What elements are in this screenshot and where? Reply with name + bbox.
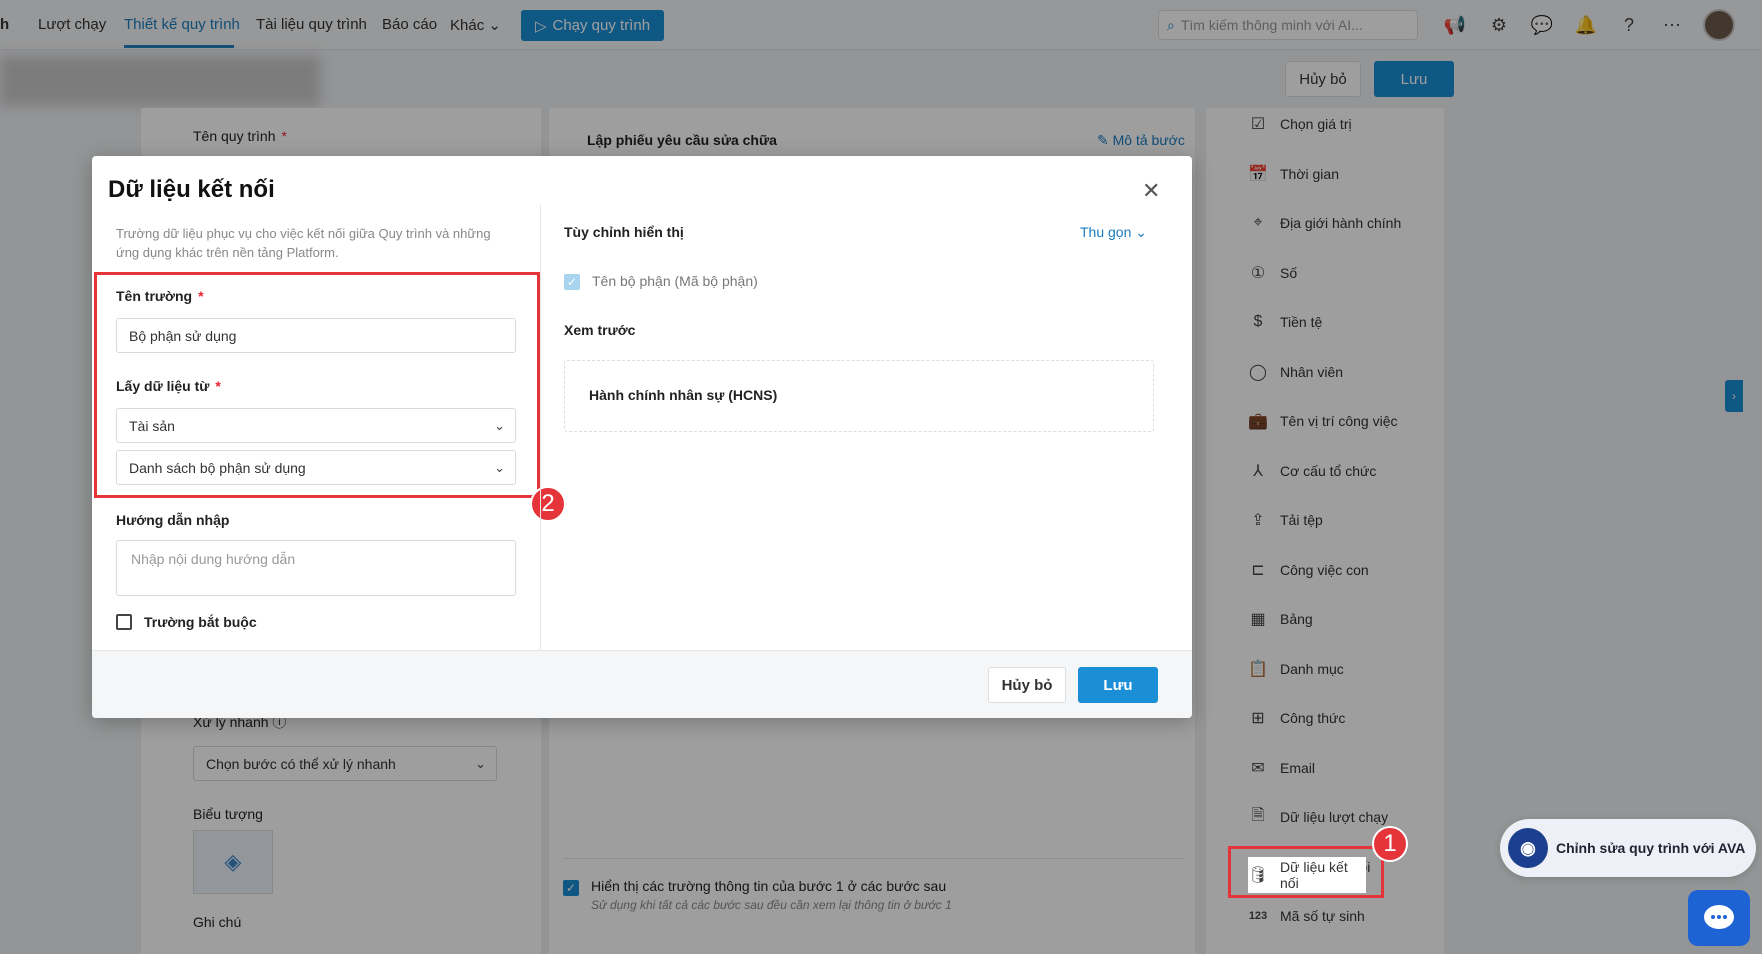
modal-description: Trường dữ liệu phục vụ cho việc kết nối …	[116, 226, 491, 260]
modal-cancel-button[interactable]: Hủy bỏ	[988, 667, 1066, 703]
chevron-down-icon: ⌄	[1135, 224, 1147, 240]
display-option-checkbox: ✓	[564, 274, 580, 290]
required-label: Trường bắt buộc	[144, 614, 257, 630]
modal-title: Dữ liệu kết nối	[108, 176, 275, 203]
custom-display-label: Tùy chỉnh hiển thị	[564, 224, 684, 240]
modal-divider	[540, 204, 541, 650]
required-checkbox[interactable]	[116, 614, 132, 630]
modal-save-button[interactable]: Lưu	[1078, 667, 1158, 703]
preview-label: Xem trước	[564, 322, 636, 338]
ava-assistant-button[interactable]: ◉ Chỉnh sửa quy trình với AVA	[1500, 819, 1756, 877]
robot-icon: ◉	[1508, 828, 1548, 868]
guide-label: Hướng dẫn nhập	[116, 512, 230, 528]
modal-footer: Hủy bỏ Lưu	[92, 650, 1192, 718]
connected-data-modal: Dữ liệu kết nối ✕ Trường dữ liệu phục vụ…	[92, 156, 1192, 718]
close-icon[interactable]: ✕	[1142, 178, 1160, 204]
highlight-box-2	[94, 272, 540, 498]
preview-value: Hành chính nhân sự (HCNS)	[589, 387, 778, 403]
highlight-box-1	[1228, 846, 1384, 898]
collapse-toggle[interactable]: Thu gọn ⌄	[1080, 224, 1147, 241]
guide-textarea[interactable]: Nhập nội dung hướng dẫn	[116, 540, 516, 596]
chat-support-button[interactable]	[1688, 890, 1750, 946]
chat-bubble-icon	[1704, 905, 1734, 929]
display-option-label: Tên bộ phận (Mã bộ phận)	[592, 273, 758, 289]
preview-box: Hành chính nhân sự (HCNS)	[564, 360, 1154, 432]
badge-2: 2	[530, 486, 566, 522]
badge-1: 1	[1372, 826, 1408, 862]
topbar-overlay	[0, 0, 1762, 50]
